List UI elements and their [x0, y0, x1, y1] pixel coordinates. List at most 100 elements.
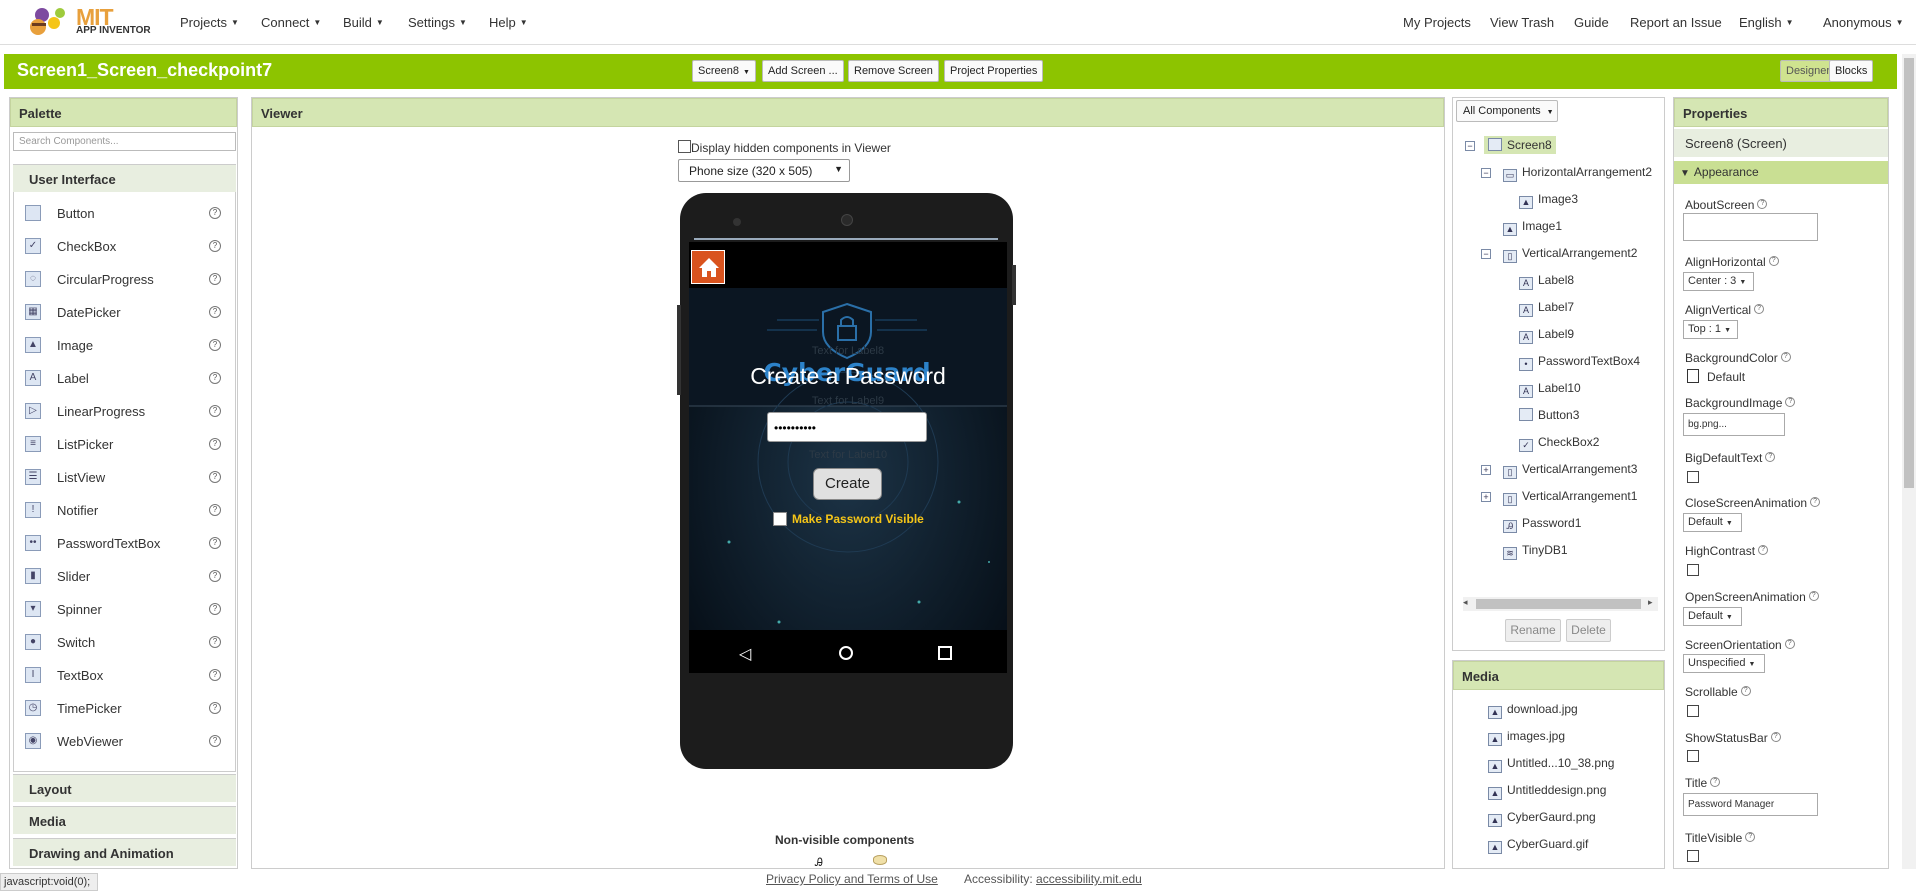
help-icon[interactable]: ? — [209, 339, 221, 351]
nav-recent-icon[interactable] — [938, 646, 952, 660]
media-file-item[interactable]: ▲ images.jpg — [1488, 729, 1565, 746]
link-report-issue[interactable]: Report an Issue — [1630, 15, 1722, 30]
tree-item-verticalarrangement2[interactable]: ▯ VerticalArrangement2 — [1503, 246, 1637, 263]
palette-item-spinner[interactable]: ▾ Spinner? — [13, 593, 236, 626]
appearance-section[interactable]: ▼ Appearance — [1674, 161, 1888, 184]
all-components-select[interactable]: All Components ▼ — [1456, 100, 1558, 122]
media-file-item[interactable]: ▲ Untitleddesign.png — [1488, 783, 1606, 800]
menu-build[interactable]: Build ▼ — [343, 15, 384, 30]
help-icon[interactable]: ? — [209, 405, 221, 417]
palette-item-passwordtextbox[interactable]: •• PasswordTextBox? — [13, 527, 236, 560]
title-visible-checkbox[interactable] — [1687, 850, 1699, 862]
scroll-left-icon[interactable]: ◂ — [1463, 597, 1468, 608]
link-guide[interactable]: Guide — [1574, 15, 1609, 30]
create-button[interactable]: Create — [813, 468, 882, 500]
palette-item-image[interactable]: ▲ Image? — [13, 329, 236, 362]
palette-item-label[interactable]: A Label? — [13, 362, 236, 395]
align-vertical-select[interactable]: Top : 1 ▼ — [1683, 320, 1738, 339]
expand-node-icon[interactable]: + — [1481, 492, 1491, 502]
palette-item-listpicker[interactable]: ≡ ListPicker? — [13, 428, 236, 461]
display-hidden-checkbox[interactable] — [678, 140, 691, 153]
tree-item-image3[interactable]: ▲ Image3 — [1519, 192, 1578, 209]
category-drawing-animation[interactable]: Drawing and Animation — [13, 838, 236, 866]
user-menu[interactable]: Anonymous ▼ — [1823, 15, 1904, 30]
palette-item-checkbox[interactable]: ✓ CheckBox? — [13, 230, 236, 263]
high-contrast-checkbox[interactable] — [1687, 564, 1699, 576]
palette-item-notifier[interactable]: ! Notifier? — [13, 494, 236, 527]
screen-orientation-select[interactable]: Unspecified ▼ — [1683, 654, 1765, 673]
palette-item-slider[interactable]: ▮ Slider? — [13, 560, 236, 593]
palette-item-listview[interactable]: ☰ ListView? — [13, 461, 236, 494]
show-status-bar-checkbox[interactable] — [1687, 750, 1699, 762]
tree-item-label10[interactable]: A Label10 — [1519, 381, 1581, 398]
help-icon[interactable]: ? — [209, 570, 221, 582]
collapse-node-icon[interactable]: − — [1481, 168, 1491, 178]
password-textbox[interactable]: •••••••••• — [767, 412, 927, 442]
help-icon[interactable]: ? — [209, 306, 221, 318]
tree-item-label7[interactable]: A Label7 — [1519, 300, 1574, 317]
palette-item-switch[interactable]: ● Switch? — [13, 626, 236, 659]
palette-item-button[interactable]: Button? — [13, 197, 236, 230]
help-icon[interactable]: ? — [209, 702, 221, 714]
language-menu[interactable]: English ▼ — [1739, 15, 1794, 30]
tree-item-password1[interactable]: Ꭿ Password1 — [1503, 516, 1581, 533]
background-image-field[interactable]: bg.png... — [1683, 413, 1785, 436]
tree-item-verticalarrangement1[interactable]: ▯ VerticalArrangement1 — [1503, 489, 1637, 506]
background-color-value[interactable]: Default — [1707, 370, 1745, 384]
tree-item-image1[interactable]: ▲ Image1 — [1503, 219, 1562, 236]
screen-select[interactable]: Screen8 ▼ — [692, 60, 756, 82]
tree-item-label8[interactable]: A Label8 — [1519, 273, 1574, 290]
collapse-node-icon[interactable]: − — [1481, 249, 1491, 259]
category-user-interface[interactable]: User Interface — [13, 164, 236, 192]
big-default-text-checkbox[interactable] — [1687, 471, 1699, 483]
expand-node-icon[interactable]: + — [1481, 465, 1491, 475]
project-properties-button[interactable]: Project Properties — [944, 60, 1044, 82]
tree-item-checkbox2[interactable]: ✓ CheckBox2 — [1519, 435, 1599, 452]
add-screen-button[interactable]: Add Screen ... — [762, 60, 844, 82]
menu-projects[interactable]: Projects ▼ — [180, 15, 239, 30]
tree-scroll-thumb[interactable] — [1476, 599, 1641, 609]
scroll-right-icon[interactable]: ▸ — [1648, 597, 1653, 608]
media-file-item[interactable]: ▲ download.jpg — [1488, 702, 1578, 719]
help-icon[interactable]: ? — [209, 537, 221, 549]
blocks-button[interactable]: Blocks — [1829, 60, 1874, 82]
accessibility-link[interactable]: accessibility.mit.edu — [1036, 872, 1142, 886]
phone-size-select[interactable]: Phone size (320 x 505) ▼ — [678, 159, 850, 182]
tree-item-passwordtextbox4[interactable]: • PasswordTextBox4 — [1519, 354, 1640, 371]
close-screen-animation-select[interactable]: Default ▼ — [1683, 513, 1742, 532]
link-view-trash[interactable]: View Trash — [1490, 15, 1554, 30]
category-media[interactable]: Media — [13, 806, 236, 834]
title-field[interactable]: Password Manager — [1683, 793, 1818, 816]
help-icon[interactable]: ? — [209, 636, 221, 648]
help-icon[interactable]: ? — [209, 240, 221, 252]
rename-button[interactable]: Rename — [1505, 619, 1561, 642]
media-file-item[interactable]: ▲ Untitled...10_38.png — [1488, 756, 1614, 773]
palette-search-input[interactable]: Search Components... — [13, 132, 236, 151]
media-file-item[interactable]: ▲ CyberGaurd.png — [1488, 810, 1596, 827]
designer-button[interactable]: Designer — [1780, 60, 1837, 82]
help-icon[interactable]: ? — [209, 471, 221, 483]
privacy-policy-link[interactable]: Privacy Policy and Terms of Use — [766, 872, 938, 886]
category-layout[interactable]: Layout — [13, 774, 236, 802]
palette-item-textbox[interactable]: I TextBox? — [13, 659, 236, 692]
open-screen-animation-select[interactable]: Default ▼ — [1683, 607, 1742, 626]
make-visible-checkbox[interactable] — [773, 512, 787, 526]
palette-item-circularprogress[interactable]: ◌ CircularProgress? — [13, 263, 236, 296]
media-file-item[interactable]: ▲ CyberGuard.gif — [1488, 837, 1588, 854]
help-icon[interactable]: ? — [209, 372, 221, 384]
scrollable-checkbox[interactable] — [1687, 705, 1699, 717]
tree-item-screen8[interactable]: Screen8 — [1484, 136, 1556, 154]
help-icon[interactable]: ? — [209, 669, 221, 681]
nav-home-icon[interactable] — [839, 646, 853, 660]
help-icon[interactable]: ? — [209, 438, 221, 450]
nav-back-icon[interactable]: ◁ — [739, 644, 751, 664]
menu-connect[interactable]: Connect ▼ — [261, 15, 321, 30]
remove-screen-button[interactable]: Remove Screen — [848, 60, 939, 82]
tree-item-label9[interactable]: A Label9 — [1519, 327, 1574, 344]
delete-button[interactable]: Delete — [1566, 619, 1611, 642]
align-horizontal-select[interactable]: Center : 3 ▼ — [1683, 272, 1754, 291]
menu-help[interactable]: Help ▼ — [489, 15, 528, 30]
link-my-projects[interactable]: My Projects — [1403, 15, 1471, 30]
help-icon[interactable]: ? — [209, 504, 221, 516]
tree-item-verticalarrangement3[interactable]: ▯ VerticalArrangement3 — [1503, 462, 1637, 479]
